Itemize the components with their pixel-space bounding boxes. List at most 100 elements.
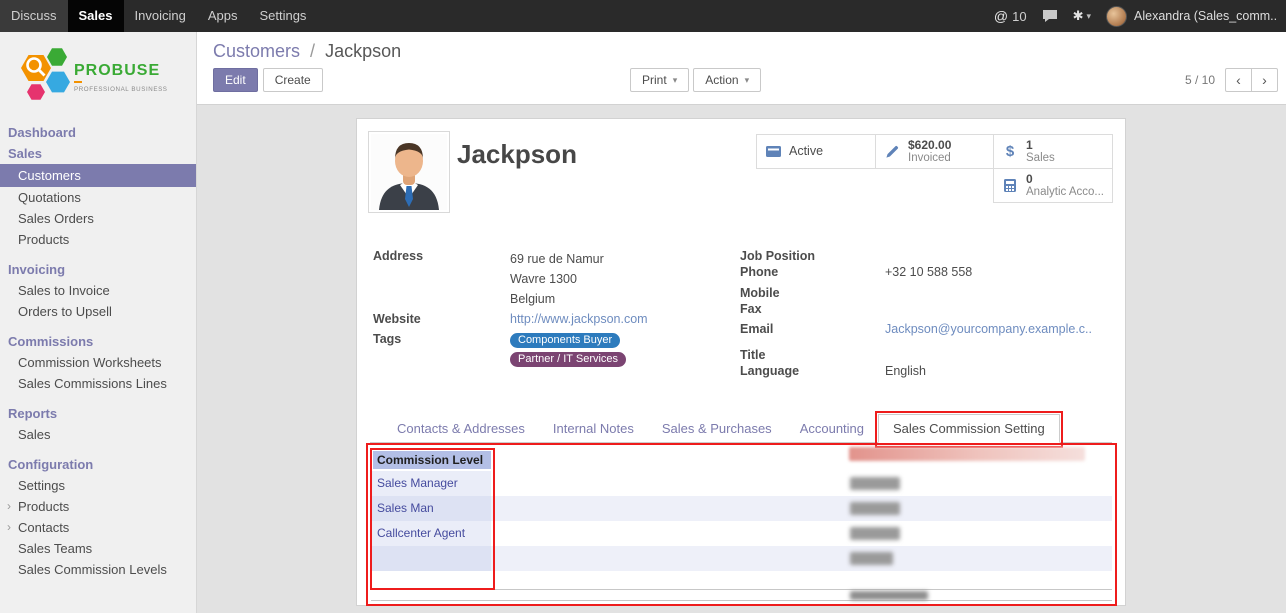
sidebar-section-commissions[interactable]: Commissions bbox=[0, 331, 196, 352]
website-link[interactable]: http://www.jackpson.com bbox=[510, 312, 648, 328]
print-dropdown[interactable]: Print ▾ bbox=[630, 68, 689, 92]
sidebar-item-customers[interactable]: Customers bbox=[0, 164, 196, 187]
sidebar-item-quotations[interactable]: Quotations bbox=[0, 187, 196, 208]
sidebar-item-sales-commissions-lines[interactable]: Sales Commissions Lines bbox=[0, 373, 196, 394]
tab-internal-notes[interactable]: Internal Notes bbox=[539, 415, 648, 442]
breadcrumb-customers[interactable]: Customers bbox=[213, 41, 300, 61]
table-row-sales-man[interactable]: Sales Man bbox=[371, 496, 1112, 521]
language-label: Language bbox=[740, 364, 885, 380]
debug-menu[interactable]: ✱ ▾ bbox=[1073, 8, 1091, 24]
email-label: Email bbox=[740, 322, 885, 338]
tab-accounting[interactable]: Accounting bbox=[786, 415, 878, 442]
svg-text:PROFESSIONAL BUSINESS: PROFESSIONAL BUSINESS bbox=[74, 86, 168, 93]
address-value[interactable]: 69 rue de Namur Wavre 1300 Belgium bbox=[510, 249, 604, 309]
bug-icon: ✱ bbox=[1073, 8, 1084, 24]
table-row-sales-manager[interactable]: Sales Manager bbox=[371, 471, 1112, 496]
calculator-icon bbox=[1001, 178, 1019, 193]
redacted-cell bbox=[850, 502, 900, 515]
previous-icon: ‹ bbox=[1236, 72, 1241, 88]
sidebar-section-reports[interactable]: Reports bbox=[0, 403, 196, 424]
toggle-icon bbox=[764, 144, 782, 159]
top-navbar: Discuss Sales Invoicing Apps Settings @ … bbox=[0, 0, 1286, 32]
stat-sales-button[interactable]: $ 1 Sales bbox=[993, 134, 1113, 169]
language-value[interactable]: English bbox=[885, 364, 926, 380]
address-label: Address bbox=[373, 249, 510, 309]
tab-contacts-addresses[interactable]: Contacts & Addresses bbox=[383, 415, 539, 442]
user-name: Alexandra (Sales_comm.. bbox=[1134, 9, 1276, 23]
sidebar-item-sales[interactable]: Sales bbox=[0, 143, 196, 164]
caret-down-icon: ▾ bbox=[745, 75, 750, 86]
phone-value[interactable]: +32 10 588 558 bbox=[885, 265, 972, 281]
address-fields: Address 69 rue de Namur Wavre 1300 Belgi… bbox=[373, 249, 713, 370]
action-dropdown[interactable]: Action ▾ bbox=[693, 68, 761, 92]
sidebar-item-config-contacts[interactable]: ›Contacts bbox=[0, 517, 196, 538]
stat-analytic-accounts-button[interactable]: 0 Analytic Acco... bbox=[993, 168, 1113, 203]
pager-next-button[interactable]: › bbox=[1251, 68, 1278, 92]
sidebar-item-products[interactable]: Products bbox=[0, 229, 196, 250]
tab-sales-purchases[interactable]: Sales & Purchases bbox=[648, 415, 786, 442]
sidebar-item-sales-orders[interactable]: Sales Orders bbox=[0, 208, 196, 229]
sidebar-item-sales-to-invoice[interactable]: Sales to Invoice bbox=[0, 280, 196, 301]
sidebar-section-invoicing[interactable]: Invoicing bbox=[0, 259, 196, 280]
sidebar-item-sales-commission-levels[interactable]: Sales Commission Levels bbox=[0, 559, 196, 580]
mobile-label: Mobile bbox=[740, 286, 885, 302]
nav-invoicing[interactable]: Invoicing bbox=[124, 0, 197, 32]
breadcrumb-separator: / bbox=[310, 41, 315, 61]
table-header-row: Commission Level bbox=[371, 449, 1112, 471]
create-button[interactable]: Create bbox=[263, 68, 323, 92]
sidebar-item-config-products[interactable]: ›Products bbox=[0, 496, 196, 517]
main-content: Customers / Jackpson Edit Create Print ▾… bbox=[197, 32, 1286, 613]
redacted-cell bbox=[850, 477, 900, 490]
at-icon: @ bbox=[994, 8, 1008, 24]
customer-photo[interactable] bbox=[368, 131, 450, 213]
table-row-callcenter-agent[interactable]: Callcenter Agent bbox=[371, 521, 1112, 546]
caret-down-icon: ▾ bbox=[673, 75, 678, 86]
sidebar-item-commission-worksheets[interactable]: Commission Worksheets bbox=[0, 352, 196, 373]
form-buttons: Edit Create bbox=[213, 68, 323, 92]
edit-button[interactable]: Edit bbox=[213, 68, 258, 92]
nav-apps[interactable]: Apps bbox=[197, 0, 249, 32]
tab-sales-commission-setting[interactable]: Sales Commission Setting bbox=[878, 414, 1060, 443]
stat-active-label: Active bbox=[789, 145, 823, 158]
stat-active-button[interactable]: Active bbox=[756, 134, 876, 169]
user-avatar bbox=[1106, 6, 1127, 27]
tag-partner-it-services[interactable]: Partner / IT Services bbox=[510, 352, 626, 367]
nav-sales[interactable]: Sales bbox=[68, 0, 124, 32]
phone-label: Phone bbox=[740, 265, 885, 281]
column-commission-level[interactable]: Commission Level bbox=[373, 451, 491, 469]
commission-table: Commission Level Sales Manager Sales Man… bbox=[371, 449, 1112, 601]
sidebar-item-orders-to-upsell[interactable]: Orders to Upsell bbox=[0, 301, 196, 322]
control-panel: Customers / Jackpson Edit Create Print ▾… bbox=[197, 32, 1286, 105]
redacted-cell bbox=[850, 552, 893, 565]
email-link[interactable]: Jackpson@yourcompany.example.c.. bbox=[885, 322, 1092, 338]
nav-discuss[interactable]: Discuss bbox=[0, 0, 68, 32]
tag-components-buyer[interactable]: Components Buyer bbox=[510, 333, 620, 348]
stat-sales-label: Sales bbox=[1026, 152, 1055, 165]
expand-caret-icon: › bbox=[7, 520, 11, 534]
stat-invoiced-label: Invoiced bbox=[908, 152, 951, 165]
pager-previous-button[interactable]: ‹ bbox=[1225, 68, 1252, 92]
stat-analytic-label: Analytic Acco... bbox=[1026, 186, 1104, 199]
stat-analytic-value: 0 bbox=[1026, 173, 1104, 186]
mentions-indicator[interactable]: @ 10 bbox=[994, 8, 1027, 24]
nav-settings[interactable]: Settings bbox=[248, 0, 317, 32]
sidebar-item-settings[interactable]: Settings bbox=[0, 475, 196, 496]
title-label: Title bbox=[740, 348, 885, 364]
breadcrumb-current: Jackpson bbox=[325, 41, 401, 61]
pager: 5 / 10 ‹ › bbox=[1185, 68, 1278, 92]
caret-down-icon: ▾ bbox=[1086, 11, 1091, 22]
messages-icon[interactable] bbox=[1042, 9, 1058, 23]
table-row-empty[interactable] bbox=[371, 546, 1112, 571]
sidebar-item-sales-teams[interactable]: Sales Teams bbox=[0, 538, 196, 559]
user-menu[interactable]: Alexandra (Sales_comm.. bbox=[1106, 6, 1276, 27]
pager-value: 5 / 10 bbox=[1185, 73, 1215, 87]
sidebar-section-configuration[interactable]: Configuration bbox=[0, 454, 196, 475]
stat-invoiced-button[interactable]: $620.00 Invoiced bbox=[875, 134, 995, 169]
pencil-icon bbox=[883, 144, 901, 159]
sidebar-item-dashboard[interactable]: Dashboard bbox=[0, 122, 196, 143]
website-label: Website bbox=[373, 312, 510, 328]
contact-fields: Job Position Phone+32 10 588 558 Mobile … bbox=[740, 249, 1112, 380]
tags-label: Tags bbox=[373, 332, 510, 370]
sidebar-item-reports-sales[interactable]: Sales bbox=[0, 424, 196, 445]
customer-form-sheet: Jackpson Active $620.00 Invoiced bbox=[356, 118, 1126, 606]
